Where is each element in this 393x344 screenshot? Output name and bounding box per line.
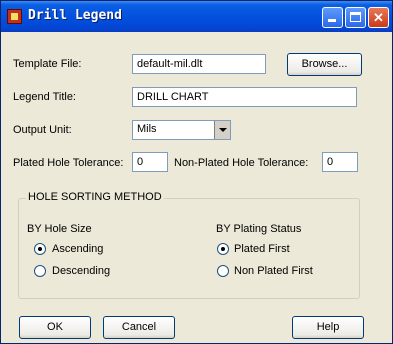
app-icon — [7, 9, 22, 24]
maximize-button[interactable] — [345, 7, 366, 28]
legend-title-label: Legend Title: — [13, 91, 76, 103]
plated-first-radio[interactable] — [217, 243, 229, 255]
browse-button[interactable]: Browse... — [287, 53, 362, 76]
close-icon: ✕ — [373, 10, 384, 25]
minimize-icon — [328, 19, 336, 22]
hole-sorting-title: HOLE SORTING METHOD — [26, 191, 164, 203]
window-title: Drill Legend — [28, 8, 122, 23]
non-plated-first-label[interactable]: Non Plated First — [234, 265, 313, 277]
plated-tolerance-input[interactable]: 0 — [132, 152, 168, 172]
close-button[interactable]: ✕ — [368, 7, 389, 28]
legend-title-input[interactable]: DRILL CHART — [132, 87, 357, 107]
descending-label[interactable]: Descending — [52, 265, 110, 277]
ascending-label[interactable]: Ascending — [52, 243, 103, 255]
non-plated-tolerance-label: Non-Plated Hole Tolerance: — [174, 157, 309, 169]
ok-button[interactable]: OK — [19, 316, 91, 339]
cancel-button[interactable]: Cancel — [103, 316, 175, 339]
descending-radio[interactable] — [34, 265, 46, 277]
ascending-radio[interactable] — [34, 243, 46, 255]
plated-tolerance-label: Plated Hole Tolerance: — [13, 157, 124, 169]
chevron-down-icon[interactable] — [214, 121, 230, 139]
help-button[interactable]: Help — [292, 316, 364, 339]
title-bar[interactable]: Drill Legend ✕ — [1, 1, 392, 32]
output-unit-select[interactable]: Mils — [132, 120, 231, 140]
by-hole-size-label: BY Hole Size — [27, 223, 92, 235]
template-file-label: Template File: — [13, 58, 82, 70]
by-plating-status-label: BY Plating Status — [216, 223, 302, 235]
non-plated-first-radio[interactable] — [217, 265, 229, 277]
non-plated-tolerance-input[interactable]: 0 — [322, 152, 358, 172]
maximize-icon — [350, 12, 361, 22]
drill-legend-dialog: Drill Legend ✕ Template File: default-mi… — [0, 0, 393, 344]
minimize-button[interactable] — [322, 7, 343, 28]
template-file-input[interactable]: default-mil.dlt — [132, 54, 266, 74]
plated-first-label[interactable]: Plated First — [234, 243, 290, 255]
output-unit-label: Output Unit: — [13, 124, 72, 136]
output-unit-value: Mils — [137, 123, 157, 135]
